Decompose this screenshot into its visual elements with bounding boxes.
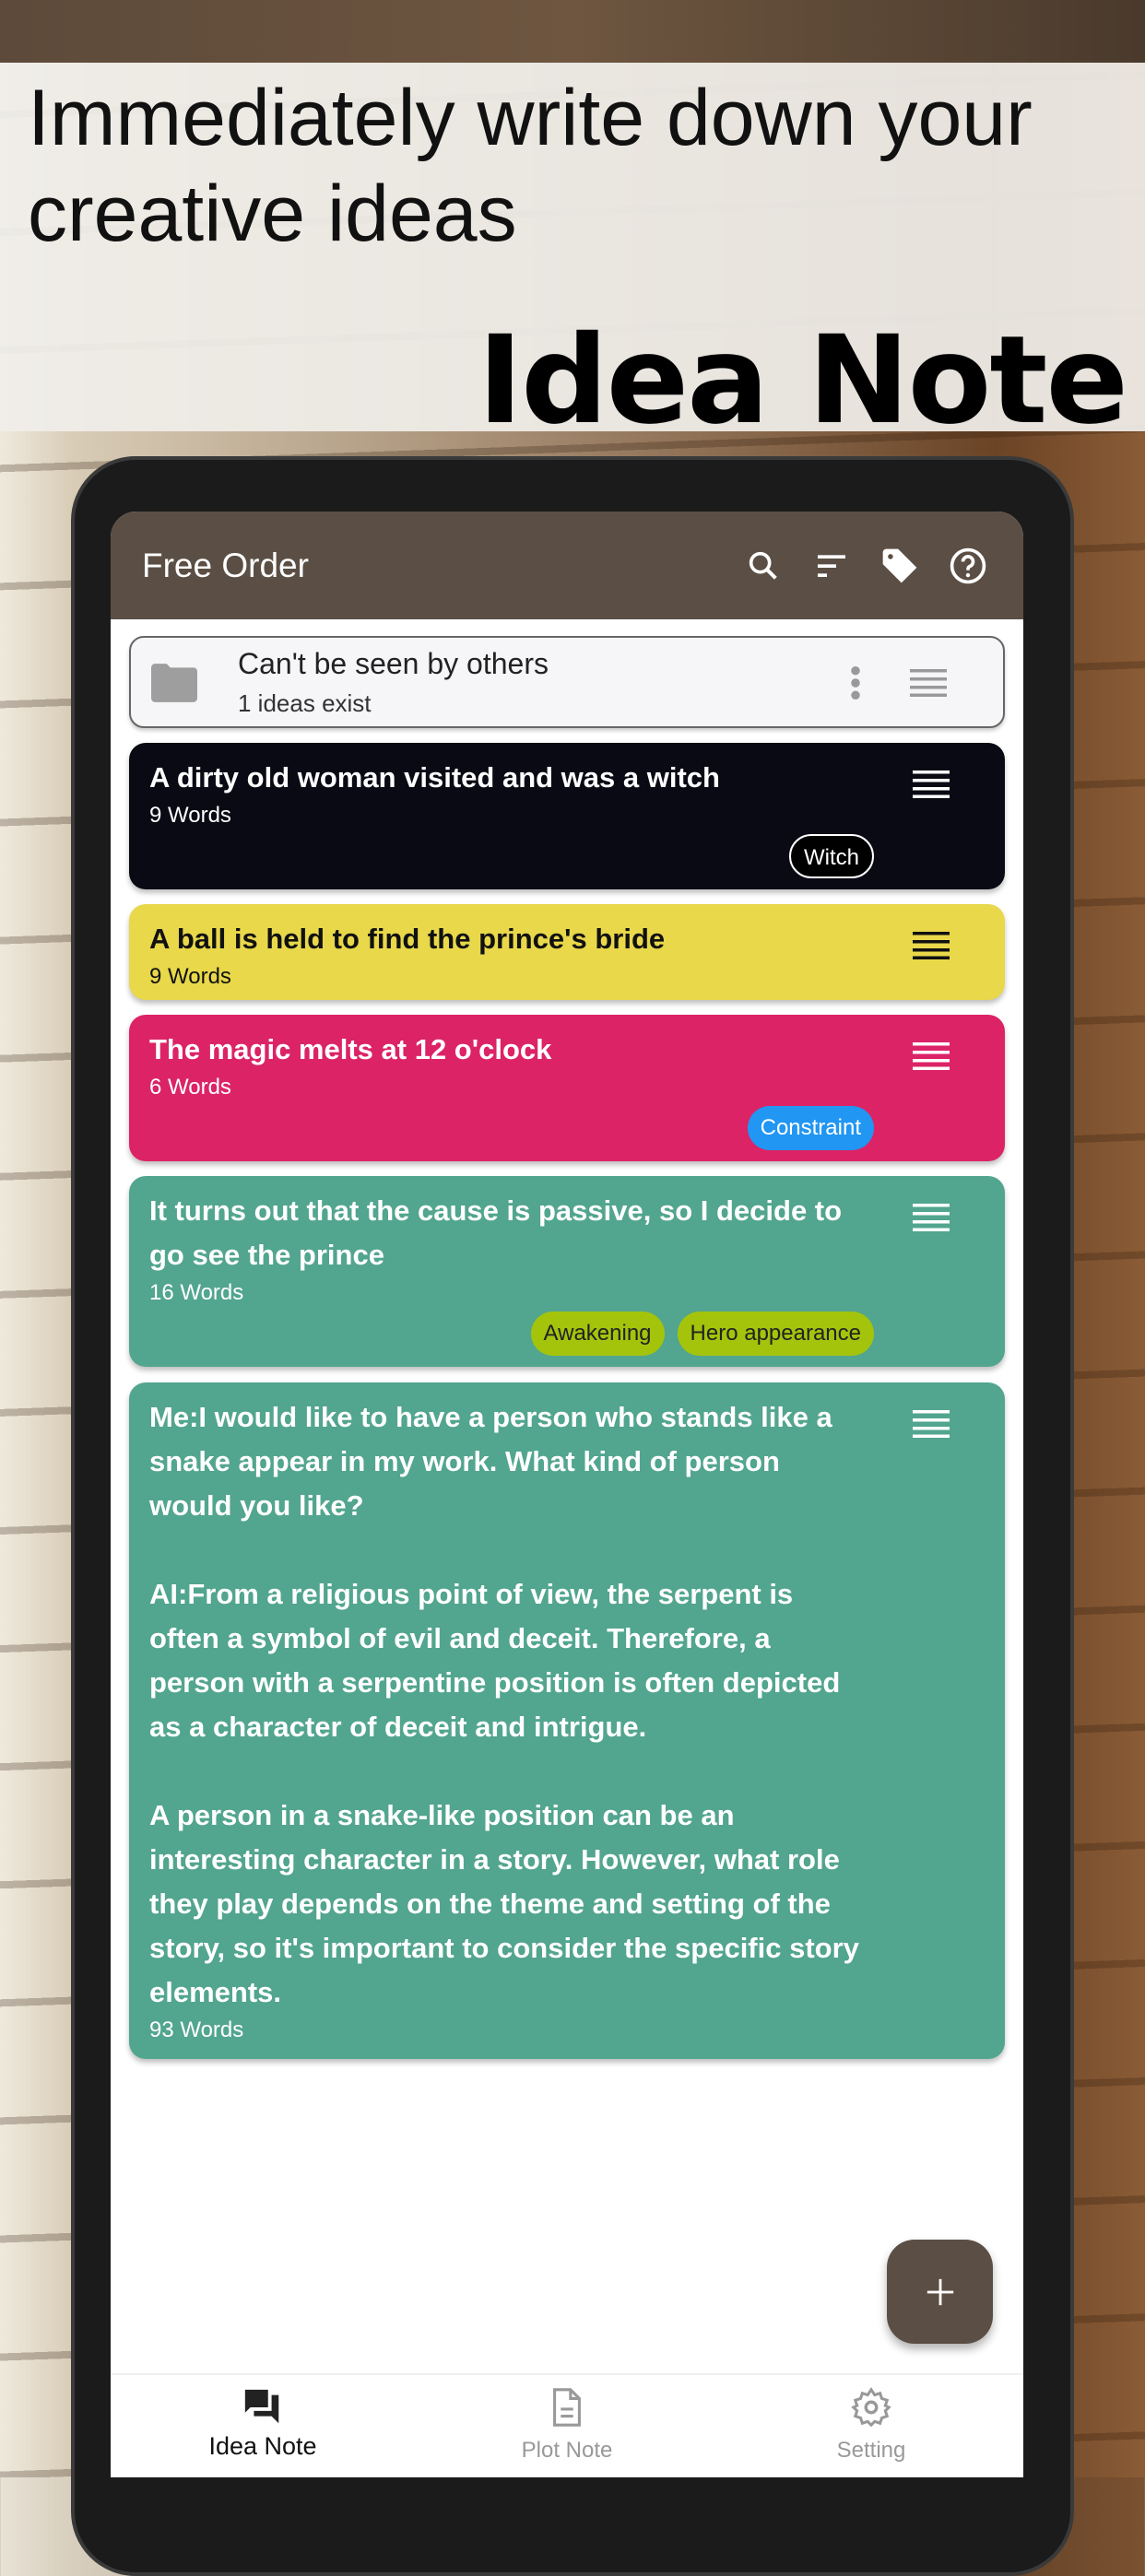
folder-count: 1 ideas exist <box>238 689 372 717</box>
idea-card[interactable]: It turns out that the cause is passive, … <box>129 1176 1005 1367</box>
tag-list: Witch <box>789 834 874 878</box>
nav-setting[interactable]: Setting <box>719 2375 1023 2477</box>
help-icon[interactable] <box>944 542 992 590</box>
drag-handle-icon[interactable] <box>910 669 947 701</box>
tag-chip[interactable]: Constraint <box>747 1106 874 1150</box>
nav-idea-note[interactable]: Idea Note <box>111 2375 415 2477</box>
tagline: Immediately write down your creative ide… <box>28 74 1033 258</box>
bottom-nav: Idea Note Plot Note Setting <box>111 2373 1023 2477</box>
plus-icon <box>927 2278 953 2305</box>
chat-icon <box>244 2389 279 2424</box>
add-idea-button[interactable] <box>887 2240 993 2344</box>
drag-handle-icon[interactable] <box>913 770 950 803</box>
gear-icon <box>851 2387 891 2428</box>
app-bar: Free Order <box>111 512 1023 619</box>
idea-card[interactable]: A dirty old woman visited and was a witc… <box>129 743 1005 889</box>
sort-icon[interactable] <box>808 542 856 590</box>
nav-label: Setting <box>836 2438 906 2463</box>
nav-plot-note[interactable]: Plot Note <box>415 2375 719 2477</box>
drag-handle-icon[interactable] <box>913 1042 950 1075</box>
promo-banner: Immediately write down your creative ide… <box>0 63 1145 450</box>
idea-card[interactable]: A ball is held to find the prince's brid… <box>129 904 1005 1000</box>
idea-title: The magic melts at 12 o'clock <box>149 1033 552 1065</box>
app-name: Idea Note <box>478 310 1128 452</box>
drag-handle-icon[interactable] <box>913 1204 950 1236</box>
nav-label: Plot Note <box>521 2438 613 2463</box>
tag-list: Awakening Hero appearance <box>530 1312 874 1356</box>
search-icon[interactable] <box>739 542 787 590</box>
word-count: 6 Words <box>149 1075 231 1100</box>
nav-label: Idea Note <box>208 2432 317 2460</box>
idea-title: A dirty old woman visited and was a witc… <box>149 761 720 794</box>
tag-icon[interactable] <box>876 542 924 590</box>
tag-chip[interactable]: Witch <box>789 834 874 878</box>
folder-card[interactable]: Can't be seen by others 1 ideas exist <box>129 636 1005 728</box>
tag-list: Constraint <box>747 1106 874 1150</box>
more-options-icon[interactable] <box>850 665 861 705</box>
idea-card[interactable]: The magic melts at 12 o'clock 6 Words Co… <box>129 1015 1005 1161</box>
word-count: 93 Words <box>149 2017 244 2042</box>
folder-title: Can't be seen by others <box>238 647 549 680</box>
idea-title: Me:I would like to have a person who sta… <box>149 1401 859 2008</box>
app-screen: Free Order Can't be seen by others 1 ide… <box>111 512 1023 2477</box>
tag-chip[interactable]: Hero appearance <box>677 1312 874 1356</box>
folder-icon <box>151 664 197 707</box>
idea-title: It turns out that the cause is passive, … <box>149 1194 850 1271</box>
drag-handle-icon[interactable] <box>913 932 950 964</box>
document-icon <box>553 2388 581 2427</box>
word-count: 16 Words <box>149 1280 244 1305</box>
word-count: 9 Words <box>149 803 231 828</box>
word-count: 9 Words <box>149 964 231 989</box>
tag-chip[interactable]: Awakening <box>530 1312 665 1356</box>
wood-strip <box>0 0 1145 63</box>
drag-handle-icon[interactable] <box>913 1410 950 1442</box>
app-bar-title: Free Order <box>142 546 309 584</box>
idea-title: A ball is held to find the prince's brid… <box>149 923 666 955</box>
idea-card[interactable]: Me:I would like to have a person who sta… <box>129 1382 1005 2059</box>
